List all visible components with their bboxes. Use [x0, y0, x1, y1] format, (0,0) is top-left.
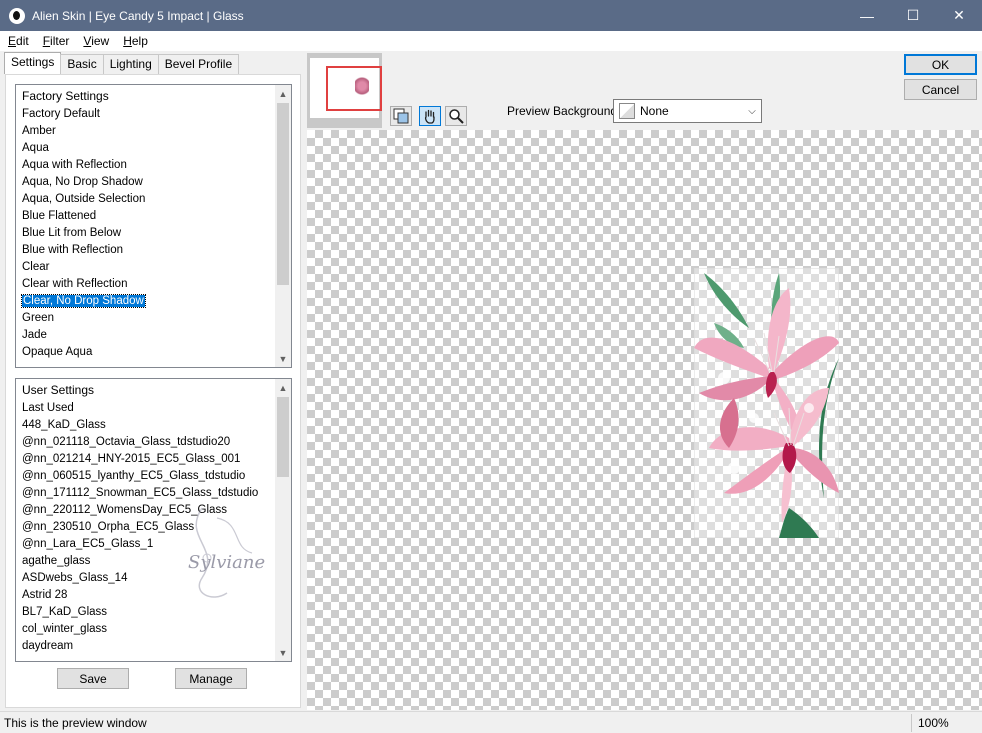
manage-button[interactable]: Manage	[175, 668, 247, 689]
lily-flower-image	[694, 268, 839, 538]
status-bar: This is the preview window 100%	[0, 711, 982, 733]
navigator-thumbnail[interactable]	[307, 53, 382, 128]
scroll-down-icon[interactable]: ▼	[275, 350, 291, 367]
list-item[interactable]: Blue Flattened	[21, 208, 291, 225]
menu-view[interactable]: View	[75, 34, 115, 48]
alien-skin-icon	[9, 7, 25, 24]
preview-background-value: None	[640, 104, 669, 118]
list-item[interactable]: Clear, No Drop Shadow	[21, 293, 291, 310]
save-button[interactable]: Save	[57, 668, 129, 689]
list-item[interactable]: Aqua, Outside Selection	[21, 191, 291, 208]
tab-settings[interactable]: Settings	[4, 52, 62, 74]
menu-bar: Edit Filter View Help	[0, 31, 982, 51]
list-item[interactable]: @nn_021118_Octavia_Glass_tdstudio20	[21, 434, 291, 451]
factory-settings-list[interactable]: Factory Settings Factory Default Amber Aqu…	[15, 84, 292, 368]
menu-help[interactable]: Help	[115, 34, 154, 48]
list-item[interactable]: Clear with Reflection	[21, 276, 291, 293]
menu-edit[interactable]: Edit	[0, 34, 35, 48]
preview-background-label: Preview Background:	[507, 104, 621, 118]
minimize-button[interactable]: —	[844, 0, 890, 31]
list-item[interactable]: Jade	[21, 327, 291, 344]
scroll-up-icon[interactable]: ▲	[275, 379, 291, 396]
navigate-icon	[393, 108, 409, 124]
ok-button[interactable]: OK	[904, 54, 977, 75]
list-item[interactable]: 448_KaD_Glass	[21, 417, 291, 434]
preview-background-select[interactable]: None ⌵	[613, 99, 762, 123]
color-swatch-icon	[619, 103, 635, 119]
navigate-tool-button[interactable]	[390, 106, 412, 126]
preview-window[interactable]	[307, 130, 982, 710]
list-item[interactable]: Blue with Reflection	[21, 242, 291, 259]
list-item[interactable]: col_winter_glass	[21, 621, 291, 638]
list-item[interactable]: Last Used	[21, 400, 291, 417]
factory-settings-header: Factory Settings	[22, 89, 109, 103]
tab-basic[interactable]: Basic	[60, 54, 104, 74]
cancel-button[interactable]: Cancel	[904, 79, 977, 100]
tab-bevel-profile[interactable]: Bevel Profile	[157, 54, 240, 74]
close-button[interactable]: ✕	[936, 0, 982, 31]
list-item[interactable]: Aqua	[21, 140, 291, 157]
factory-scrollbar[interactable]: ▲ ▼	[275, 85, 291, 367]
zoom-icon	[449, 109, 464, 124]
hand-tool-button[interactable]	[419, 106, 441, 126]
list-item[interactable]: Green	[21, 310, 291, 327]
list-item[interactable]: Amber	[21, 123, 291, 140]
title-bar: Alien Skin | Eye Candy 5 Impact | Glass …	[0, 0, 982, 31]
zoom-tool-button[interactable]	[445, 106, 467, 126]
list-item[interactable]: daydream	[21, 638, 291, 655]
list-item[interactable]: @nn_060515_lyanthy_EC5_Glass_tdstudio	[21, 468, 291, 485]
list-item[interactable]: Factory Default	[21, 106, 291, 123]
watermark-text: Sylviane	[188, 552, 266, 573]
tab-bar: Settings Basic Lighting Bevel Profile	[4, 52, 240, 74]
list-item[interactable]: Aqua with Reflection	[21, 157, 291, 174]
user-settings-header: User Settings	[22, 383, 95, 397]
scroll-up-icon[interactable]: ▲	[275, 85, 291, 102]
scroll-thumb[interactable]	[277, 397, 289, 477]
list-item[interactable]: @nn_021214_HNY-2015_EC5_Glass_001	[21, 451, 291, 468]
list-item[interactable]: Opaque Aqua	[21, 344, 291, 361]
hand-icon	[424, 109, 435, 124]
maximize-button[interactable]: ☐	[890, 0, 936, 31]
menu-filter[interactable]: Filter	[35, 34, 76, 48]
navigator-frame[interactable]	[326, 66, 382, 111]
scroll-thumb[interactable]	[277, 103, 289, 285]
chevron-down-icon: ⌵	[748, 105, 756, 117]
tab-lighting[interactable]: Lighting	[102, 54, 159, 74]
list-item[interactable]: Clear	[21, 259, 291, 276]
scroll-down-icon[interactable]: ▼	[275, 644, 291, 661]
zoom-level: 100%	[918, 716, 949, 730]
list-item[interactable]: Blue Lit from Below	[21, 225, 291, 242]
window-title: Alien Skin | Eye Candy 5 Impact | Glass	[32, 8, 244, 23]
status-message: This is the preview window	[4, 716, 147, 730]
list-item[interactable]: Aqua, No Drop Shadow	[21, 174, 291, 191]
